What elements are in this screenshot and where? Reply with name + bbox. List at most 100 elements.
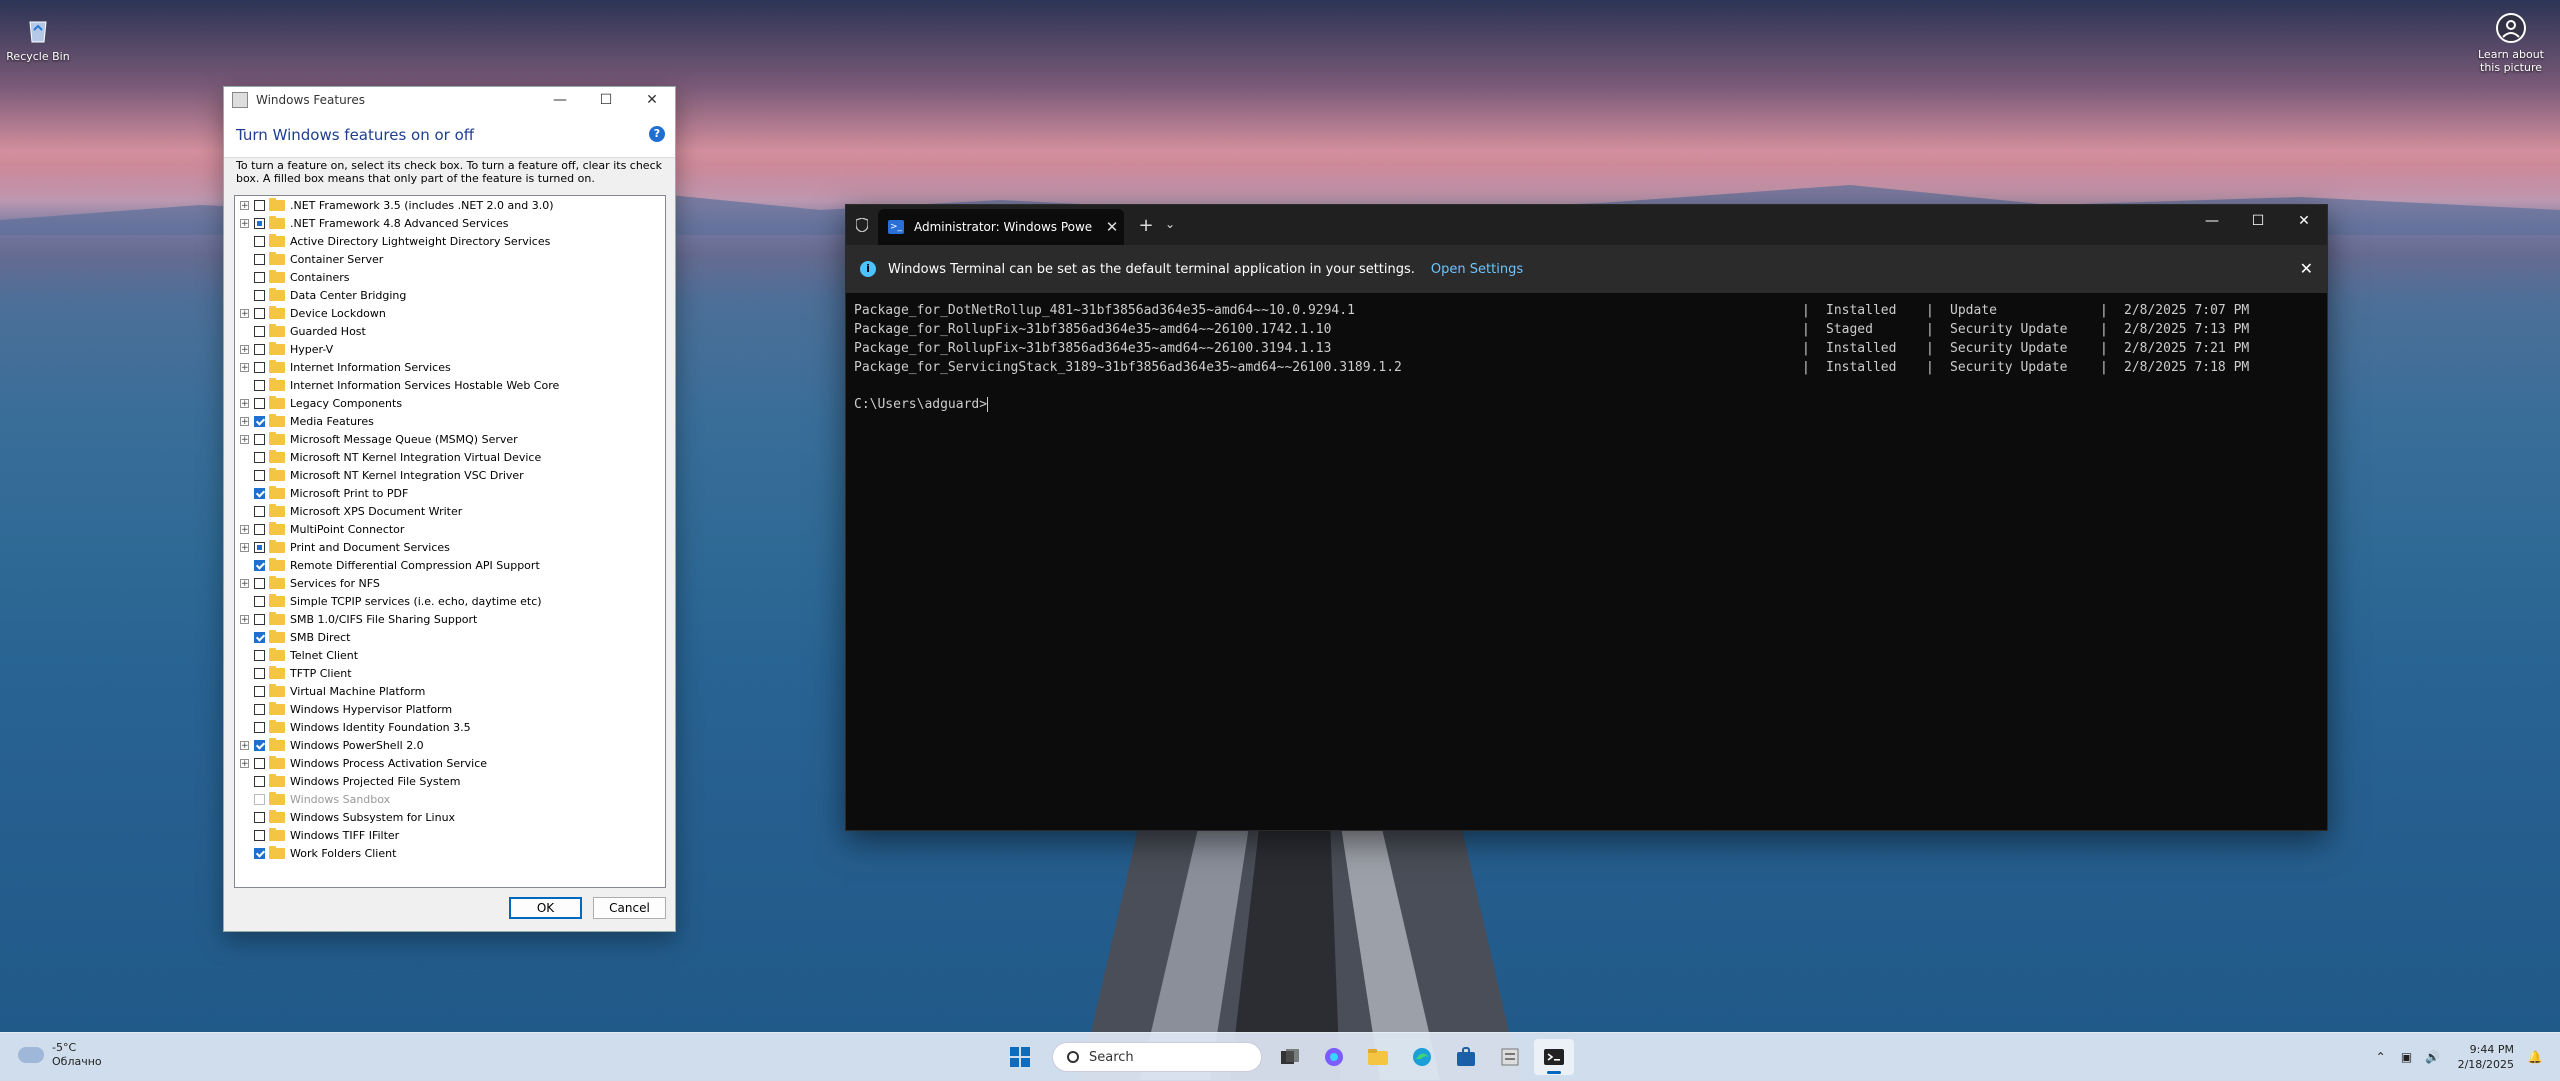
feature-checkbox[interactable] xyxy=(254,199,265,211)
feature-checkbox[interactable] xyxy=(254,541,265,553)
feature-row[interactable]: Simple TCPIP services (i.e. echo, daytim… xyxy=(235,592,665,610)
feature-row[interactable]: Windows TIFF IFilter xyxy=(235,826,665,844)
weather-widget[interactable]: -5°C Облачно xyxy=(18,1041,102,1069)
feature-row[interactable]: + SMB 1.0/CIFS File Sharing Support xyxy=(235,610,665,628)
minimize-button[interactable]: — xyxy=(537,87,583,113)
feature-checkbox[interactable] xyxy=(254,415,265,427)
feature-row[interactable]: Guarded Host xyxy=(235,322,665,340)
dialog-titlebar[interactable]: Windows Features — ☐ ✕ xyxy=(224,87,675,113)
feature-row[interactable]: + Legacy Components xyxy=(235,394,665,412)
feature-checkbox[interactable] xyxy=(254,829,265,841)
feature-row[interactable]: Virtual Machine Platform xyxy=(235,682,665,700)
expand-icon[interactable]: + xyxy=(240,308,249,318)
chevron-down-icon[interactable]: ⌄ xyxy=(1160,217,1180,231)
feature-checkbox[interactable] xyxy=(254,685,265,697)
feature-checkbox[interactable] xyxy=(254,217,265,229)
cancel-button[interactable]: Cancel xyxy=(593,897,666,919)
feature-row[interactable]: Windows Hypervisor Platform xyxy=(235,700,665,718)
terminal-maximize-button[interactable]: ☐ xyxy=(2235,205,2281,237)
file-explorer-button[interactable] xyxy=(1358,1039,1398,1075)
feature-checkbox[interactable] xyxy=(254,523,265,535)
edge-button[interactable] xyxy=(1402,1039,1442,1075)
feature-row[interactable]: Containers xyxy=(235,268,665,286)
expand-icon[interactable]: + xyxy=(240,758,249,768)
expand-icon[interactable]: + xyxy=(240,398,249,408)
ok-button[interactable]: OK xyxy=(509,897,582,919)
terminal-tabbar[interactable]: >_ Administrator: Windows Powe ✕ + ⌄ — ☐… xyxy=(846,205,2327,245)
feature-row[interactable]: + Internet Information Services xyxy=(235,358,665,376)
copilot-button[interactable] xyxy=(1314,1039,1354,1075)
feature-row[interactable]: Windows Identity Foundation 3.5 xyxy=(235,718,665,736)
feature-row[interactable]: + .NET Framework 3.5 (includes .NET 2.0 a… xyxy=(235,196,665,214)
clock[interactable]: 9:44 PM 2/18/2025 xyxy=(2458,1042,2514,1072)
infobar-close-icon[interactable]: ✕ xyxy=(2300,259,2313,278)
feature-checkbox[interactable] xyxy=(254,451,265,463)
expand-icon[interactable]: + xyxy=(240,740,249,750)
feature-row[interactable]: Microsoft XPS Document Writer xyxy=(235,502,665,520)
feature-checkbox[interactable] xyxy=(254,307,265,319)
feature-row[interactable]: Remote Differential Compression API Supp… xyxy=(235,556,665,574)
feature-checkbox[interactable] xyxy=(254,811,265,823)
feature-row[interactable]: + Hyper-V xyxy=(235,340,665,358)
expand-icon[interactable]: + xyxy=(240,434,249,444)
feature-row[interactable]: TFTP Client xyxy=(235,664,665,682)
maximize-button[interactable]: ☐ xyxy=(583,87,629,113)
open-settings-link[interactable]: Open Settings xyxy=(1431,262,1523,277)
feature-row[interactable]: + Windows PowerShell 2.0 xyxy=(235,736,665,754)
close-button[interactable]: ✕ xyxy=(629,87,675,113)
task-view-button[interactable] xyxy=(1270,1039,1310,1075)
feature-row[interactable]: SMB Direct xyxy=(235,628,665,646)
help-icon[interactable]: ? xyxy=(649,126,665,142)
feature-checkbox[interactable] xyxy=(254,595,265,607)
feature-row[interactable]: Windows Subsystem for Linux xyxy=(235,808,665,826)
expand-icon[interactable]: + xyxy=(240,344,249,354)
feature-checkbox[interactable] xyxy=(254,235,265,247)
feature-checkbox[interactable] xyxy=(254,667,265,679)
feature-checkbox[interactable] xyxy=(254,379,265,391)
feature-row[interactable]: + Device Lockdown xyxy=(235,304,665,322)
tab-powershell[interactable]: >_ Administrator: Windows Powe ✕ xyxy=(878,209,1124,245)
expand-icon[interactable]: + xyxy=(240,524,249,534)
terminal-minimize-button[interactable]: — xyxy=(2189,205,2235,237)
feature-row[interactable]: + Media Features xyxy=(235,412,665,430)
terminal-close-button[interactable]: ✕ xyxy=(2281,205,2327,237)
feature-row[interactable]: Windows Sandbox xyxy=(235,790,665,808)
features-app-button[interactable] xyxy=(1490,1039,1530,1075)
chevron-up-icon[interactable]: ⌃ xyxy=(2370,1050,2392,1064)
feature-row[interactable]: Microsoft NT Kernel Integration Virtual … xyxy=(235,448,665,466)
expand-icon[interactable]: + xyxy=(240,416,249,426)
feature-checkbox[interactable] xyxy=(254,343,265,355)
feature-checkbox[interactable] xyxy=(254,649,265,661)
feature-checkbox[interactable] xyxy=(254,325,265,337)
feature-checkbox[interactable] xyxy=(254,757,265,769)
feature-row[interactable]: + Windows Process Activation Service xyxy=(235,754,665,772)
feature-tree[interactable]: + .NET Framework 3.5 (includes .NET 2.0 a… xyxy=(234,195,666,888)
network-icon[interactable]: ▣ xyxy=(2396,1050,2418,1064)
feature-checkbox[interactable] xyxy=(254,703,265,715)
expand-icon[interactable]: + xyxy=(240,200,249,210)
feature-checkbox[interactable] xyxy=(254,577,265,589)
store-button[interactable] xyxy=(1446,1039,1486,1075)
expand-icon[interactable]: + xyxy=(240,542,249,552)
recycle-bin-shortcut[interactable]: Recycle Bin xyxy=(4,14,72,63)
feature-row[interactable]: Telnet Client xyxy=(235,646,665,664)
feature-row[interactable]: Container Server xyxy=(235,250,665,268)
feature-row[interactable]: + .NET Framework 4.8 Advanced Services xyxy=(235,214,665,232)
terminal-app-button[interactable] xyxy=(1534,1039,1574,1075)
feature-checkbox[interactable] xyxy=(254,253,265,265)
feature-checkbox[interactable] xyxy=(254,289,265,301)
feature-checkbox[interactable] xyxy=(254,271,265,283)
command-prompt[interactable]: C:\Users\adguard> xyxy=(854,395,2314,414)
feature-row[interactable]: Work Folders Client xyxy=(235,844,665,862)
expand-icon[interactable]: + xyxy=(240,578,249,588)
feature-checkbox[interactable] xyxy=(254,469,265,481)
feature-row[interactable]: Microsoft Print to PDF xyxy=(235,484,665,502)
feature-checkbox[interactable] xyxy=(254,847,265,859)
feature-row[interactable]: Windows Projected File System xyxy=(235,772,665,790)
feature-checkbox[interactable] xyxy=(254,613,265,625)
console-output[interactable]: Package_for_DotNetRollup_481~31bf3856ad3… xyxy=(854,301,2314,414)
notification-bell-icon[interactable]: 🔔 xyxy=(2524,1050,2546,1064)
feature-checkbox[interactable] xyxy=(254,631,265,643)
feature-checkbox[interactable] xyxy=(254,397,265,409)
feature-checkbox[interactable] xyxy=(254,505,265,517)
